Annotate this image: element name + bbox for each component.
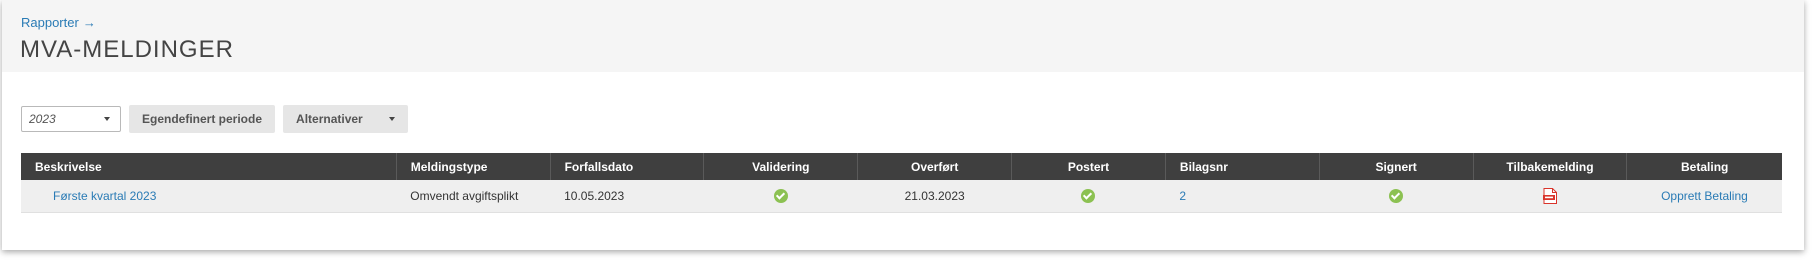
toolbar: 2023 Egendefinert periode Alternativer — [21, 105, 408, 133]
breadcrumb-label[interactable]: Rapporter — [21, 15, 79, 30]
table-header-row: Beskrivelse Meldingstype Forfallsdato Va… — [21, 153, 1782, 180]
column-header-postert[interactable]: Postert — [1011, 153, 1166, 180]
alternatives-dropdown-button[interactable]: Alternativer — [283, 105, 408, 133]
custom-period-label: Egendefinert periode — [142, 112, 263, 126]
column-header-overfort[interactable]: Overført — [857, 153, 1013, 180]
check-circle-icon — [1081, 189, 1096, 204]
voucher-number-link[interactable]: 2 — [1179, 189, 1186, 203]
cell-bilagsnr: 2 — [1165, 180, 1320, 213]
column-header-forfallsdato[interactable]: Forfallsdato — [550, 153, 705, 180]
cell-meldingstype: Omvendt avgiftsplikt — [396, 180, 551, 213]
check-circle-icon — [1389, 189, 1404, 204]
chevron-down-icon — [104, 117, 110, 121]
custom-period-button[interactable]: Egendefinert periode — [129, 105, 276, 133]
column-header-bilagsnr[interactable]: Bilagsnr — [1165, 153, 1320, 180]
report-description-link[interactable]: Første kvartal 2023 — [35, 189, 156, 203]
column-header-meldingstype[interactable]: Meldingstype — [396, 153, 551, 180]
cell-signert — [1319, 180, 1474, 213]
cell-beskrivelse: Første kvartal 2023 — [21, 180, 397, 213]
year-select[interactable]: 2023 — [21, 106, 121, 132]
page-header: Rapporter → MVA-MELDINGER — [2, 0, 1804, 72]
column-header-beskrivelse[interactable]: Beskrivelse — [21, 153, 397, 180]
column-header-betaling[interactable]: Betaling — [1626, 153, 1782, 180]
chevron-down-icon — [388, 117, 395, 121]
year-select-value: 2023 — [29, 112, 56, 126]
page-title: MVA-MELDINGER — [20, 36, 234, 63]
table-row[interactable]: Første kvartal 2023 Omvendt avgiftsplikt… — [21, 180, 1782, 213]
cell-validering — [703, 180, 858, 213]
column-header-tilbakemelding[interactable]: Tilbakemelding — [1473, 153, 1628, 180]
breadcrumb-rapporter[interactable]: Rapporter → — [21, 15, 96, 30]
cell-tilbakemelding — [1473, 180, 1627, 213]
alternatives-label: Alternativer — [296, 112, 363, 126]
column-header-signert[interactable]: Signert — [1319, 153, 1474, 180]
arrow-right-icon: → — [82, 15, 96, 30]
cell-betaling: Opprett Betaling — [1626, 180, 1782, 213]
column-header-validering[interactable]: Validering — [703, 153, 859, 180]
create-payment-link[interactable]: Opprett Betaling — [1661, 189, 1748, 203]
cell-forfallsdato: 10.05.2023 — [550, 180, 704, 213]
check-circle-icon — [773, 189, 788, 204]
cell-overfort: 21.03.2023 — [857, 180, 1012, 213]
vat-reports-table: Beskrivelse Meldingstype Forfallsdato Va… — [21, 153, 1782, 213]
main-panel: Rapporter → MVA-MELDINGER 2023 Egendefine… — [2, 0, 1804, 250]
cell-postert — [1011, 180, 1166, 213]
pdf-icon[interactable] — [1542, 188, 1557, 204]
